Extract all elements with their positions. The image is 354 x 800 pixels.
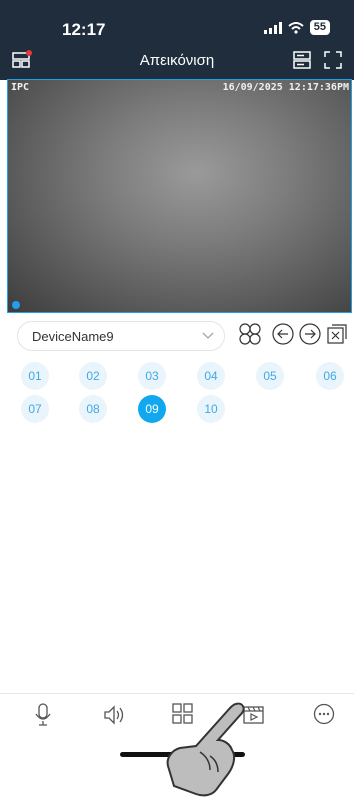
status-icons: 55 bbox=[263, 20, 330, 35]
timestamp-overlay: 16/09/2025 12:17:36PM bbox=[222, 82, 349, 93]
wifi-icon bbox=[288, 21, 304, 34]
channel-button-06[interactable]: 06 bbox=[316, 362, 344, 390]
channel-button-05[interactable]: 05 bbox=[256, 362, 284, 390]
channel-overlay: IPC bbox=[11, 82, 30, 93]
previous-icon[interactable] bbox=[271, 322, 295, 346]
more-icon[interactable] bbox=[313, 703, 335, 725]
microphone-icon[interactable] bbox=[34, 703, 52, 727]
channel-button-08[interactable]: 08 bbox=[79, 395, 107, 423]
top-bar: 12:17 55 Απεικόνιση bbox=[0, 0, 354, 80]
live-video-view[interactable]: IPC 16/09/2025 12:17:36PM bbox=[7, 79, 352, 313]
status-time: 12:17 bbox=[62, 20, 106, 39]
next-icon[interactable] bbox=[298, 322, 322, 346]
speaker-icon[interactable] bbox=[102, 703, 126, 727]
channel-button-09[interactable]: 09 bbox=[138, 395, 166, 423]
chevron-down-icon bbox=[202, 332, 214, 339]
channel-button-04[interactable]: 04 bbox=[197, 362, 225, 390]
channel-button-10[interactable]: 10 bbox=[197, 395, 225, 423]
device-name: DeviceName9 bbox=[32, 329, 114, 344]
close-window-icon[interactable] bbox=[326, 322, 348, 346]
fullscreen-icon[interactable] bbox=[323, 50, 343, 70]
signal-icon bbox=[263, 21, 282, 34]
device-dropdown[interactable]: DeviceName9 bbox=[17, 321, 225, 351]
channel-button-03[interactable]: 03 bbox=[138, 362, 166, 390]
device-list-icon[interactable] bbox=[292, 50, 312, 70]
battery-level: 55 bbox=[309, 20, 330, 35]
channel-button-02[interactable]: 02 bbox=[79, 362, 107, 390]
channel-button-07[interactable]: 07 bbox=[21, 395, 49, 423]
recording-dot-icon bbox=[12, 301, 20, 309]
toolbar-divider bbox=[0, 693, 354, 694]
channel-grid-icon[interactable] bbox=[238, 322, 262, 346]
channel-button-01[interactable]: 01 bbox=[21, 362, 49, 390]
tap-hand-icon bbox=[166, 702, 245, 797]
